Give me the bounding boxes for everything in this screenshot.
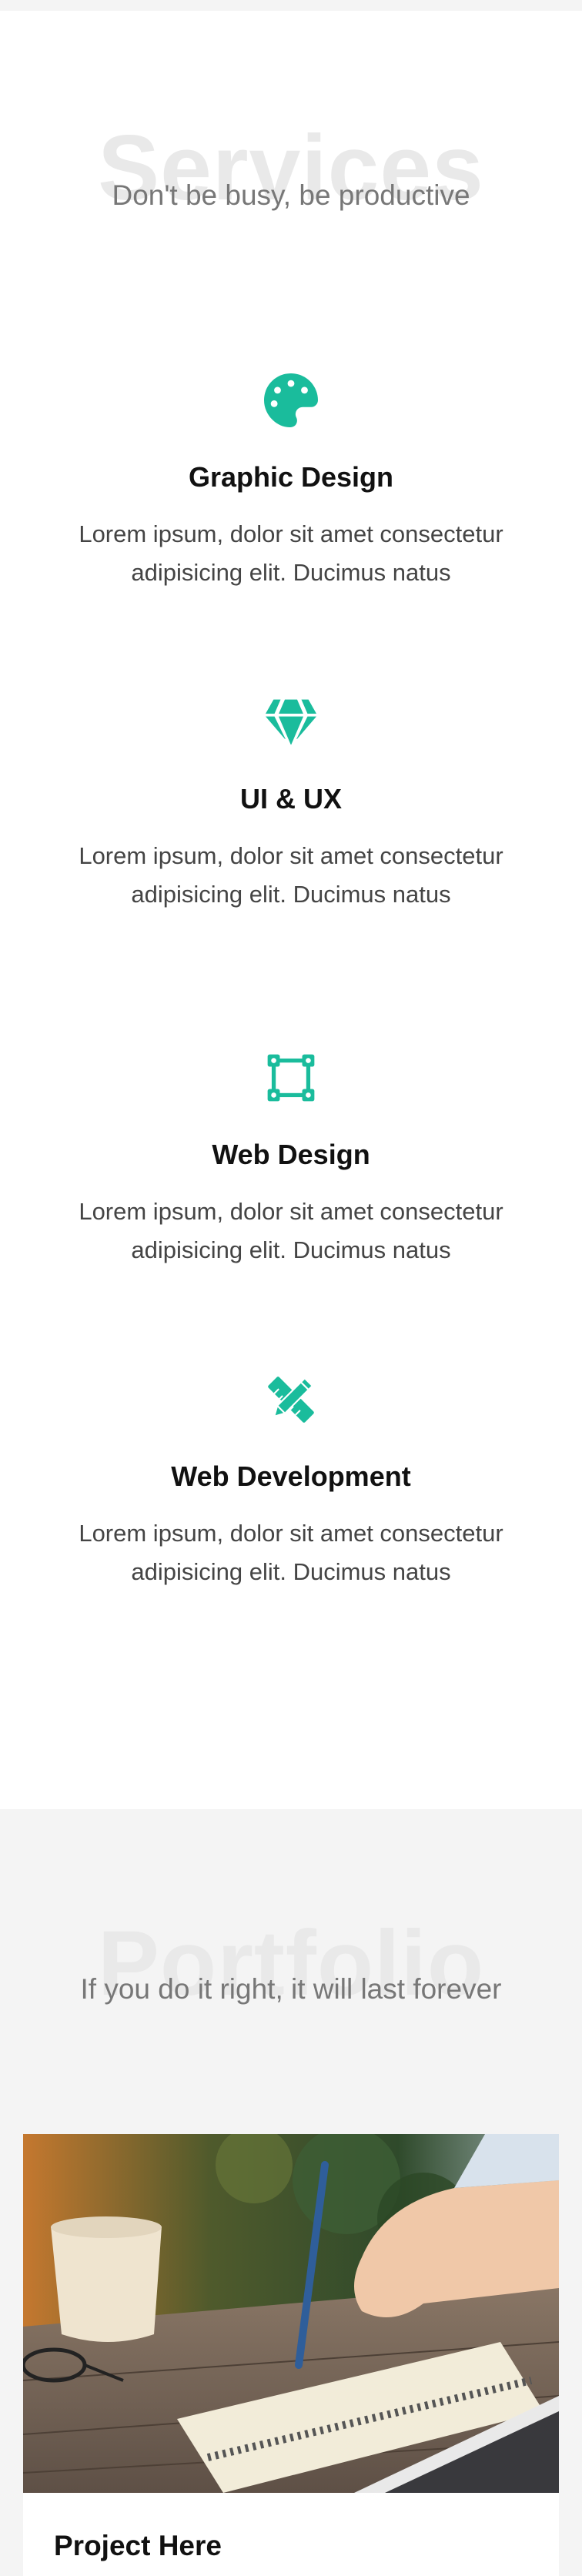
gem-icon (260, 691, 322, 753)
services-subtitle: Don't be busy, be productive (112, 179, 470, 211)
palette-icon (260, 370, 322, 431)
service-title: Graphic Design (188, 461, 394, 493)
services-section: Services Don't be busy, be productive Gr… (0, 11, 582, 1809)
service-description: Lorem ipsum, dolor sit amet consectetur … (79, 842, 503, 908)
project-title[interactable]: Project Here (23, 2493, 559, 2560)
service-item-ui-ux: UI & UX Lorem ipsum, dolor sit amet cons… (0, 691, 582, 913)
service-title: Web Design (212, 1139, 370, 1170)
project-card[interactable]: Project Here (23, 2134, 559, 2576)
top-strip (0, 0, 582, 11)
service-description: Lorem ipsum, dolor sit amet consectetur … (79, 1520, 503, 1585)
portfolio-subtitle: If you do it right, it will last forever (80, 1973, 502, 2005)
pencil-ruler-icon (260, 1369, 322, 1430)
service-item-graphic-design: Graphic Design Lorem ipsum, dolor sit am… (0, 370, 582, 591)
vector-square-icon (260, 1047, 322, 1109)
portfolio-section: Portfolio If you do it right, it will la… (0, 1809, 582, 2576)
service-title: Web Development (171, 1460, 411, 1492)
service-description: Lorem ipsum, dolor sit amet consectetur … (79, 1198, 503, 1263)
project-image[interactable] (23, 2134, 559, 2493)
service-title: UI & UX (239, 783, 342, 815)
service-item-web-development: Web Development Lorem ipsum, dolor sit a… (0, 1369, 582, 1591)
service-item-web-design: Web Design Lorem ipsum, dolor sit amet c… (0, 1047, 582, 1269)
service-description: Lorem ipsum, dolor sit amet consectetur … (79, 520, 503, 586)
